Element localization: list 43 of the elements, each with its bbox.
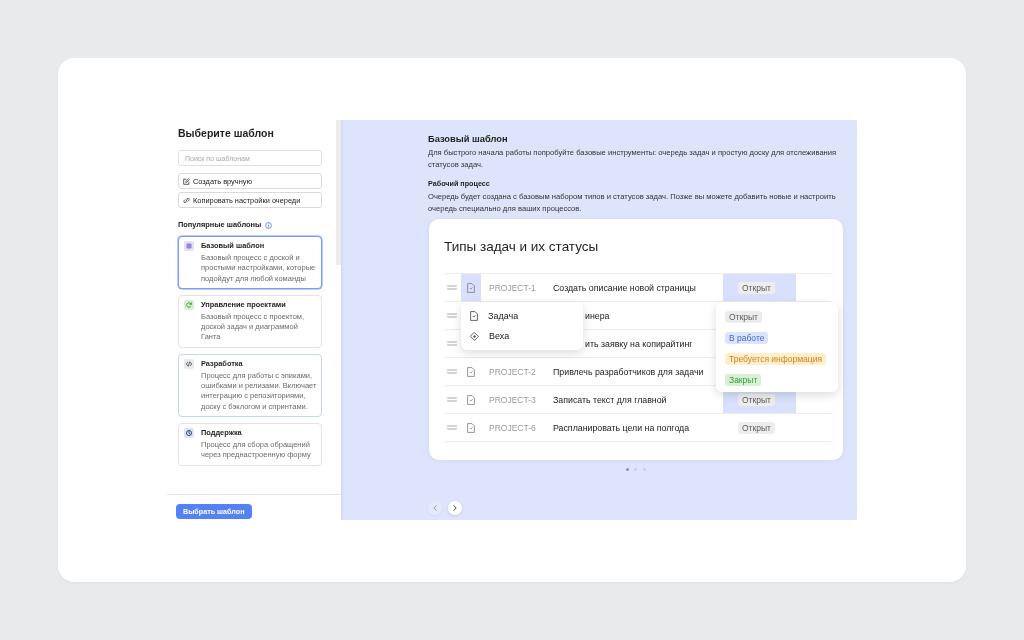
type-cell[interactable]: [461, 274, 481, 301]
diamond-icon: [470, 331, 479, 341]
document-icon: [467, 366, 475, 377]
status-option[interactable]: Открыт: [725, 310, 762, 323]
drag-handle-icon[interactable]: [447, 397, 457, 402]
task-title: ить заявку на копирайтинг: [585, 338, 693, 349]
status-badge: Открыт: [738, 393, 775, 406]
document-icon: [470, 311, 478, 321]
status-badge: Открыт: [738, 281, 775, 294]
status-cell[interactable]: Открыт: [723, 414, 796, 441]
document-icon: [467, 282, 475, 293]
document-icon: [467, 394, 475, 405]
task-title: Создать описание новой страницы: [553, 282, 696, 293]
task-title: Записать текст для главной: [553, 394, 667, 405]
next-button[interactable]: [448, 501, 462, 515]
drag-handle-icon[interactable]: [447, 341, 457, 346]
status-option[interactable]: В работе: [725, 331, 769, 344]
drag-handle-icon[interactable]: [447, 285, 457, 290]
drag-handle-icon[interactable]: [447, 425, 457, 430]
task-title: Распланировать цели на полгода: [553, 422, 690, 433]
menu-item[interactable]: Задача: [461, 306, 583, 326]
status-cell[interactable]: Открыт: [723, 274, 796, 301]
document-icon: [467, 422, 475, 433]
task-key: PROJECT-2: [489, 366, 536, 377]
chevron-left-icon: [433, 505, 437, 511]
scrollbar-thumb[interactable]: [336, 120, 341, 265]
page-dot[interactable]: [625, 468, 629, 471]
task-key: PROJECT-1: [489, 282, 536, 293]
task-key: PROJECT-3: [489, 394, 536, 405]
link-icon: [183, 196, 190, 204]
preview-title: Базовый шаблон: [428, 133, 508, 145]
info-icon: [265, 221, 273, 229]
task-title: Привлечь разработчиков для задачи: [553, 366, 704, 377]
task-title: инера: [585, 310, 610, 321]
panel-title: Выберите шаблон: [178, 127, 274, 140]
task-key: PROJECT-6: [489, 422, 536, 433]
drag-handle-icon[interactable]: [447, 369, 457, 374]
chevron-right-icon: [453, 505, 457, 511]
drag-handle-icon[interactable]: [447, 313, 457, 318]
card-title: Типы задач и их статусы: [444, 238, 599, 256]
menu-item[interactable]: Веха: [461, 326, 583, 346]
status-badge: Открыт: [738, 421, 775, 434]
edit-icon: [183, 177, 190, 185]
